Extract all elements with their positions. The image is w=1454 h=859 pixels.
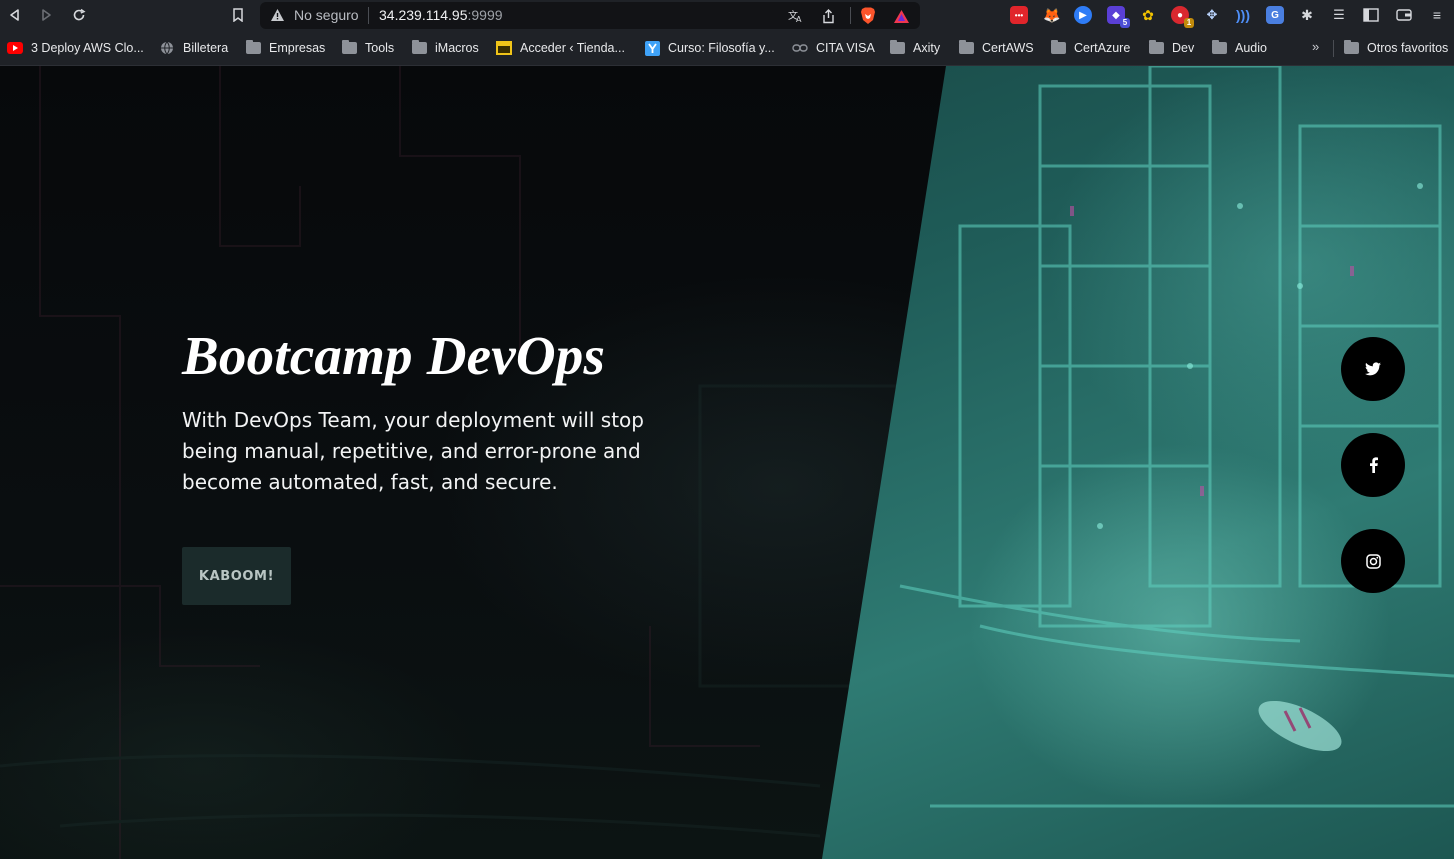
reload-icon [73, 8, 86, 21]
extension-dots-icon[interactable]: ✥ [1203, 6, 1221, 24]
brave-lion-icon [861, 7, 875, 24]
bookmark-item[interactable]: Dev [1148, 39, 1194, 57]
bookmark-item[interactable]: Curso: Filosofía y... [644, 39, 775, 57]
facebook-button[interactable] [1341, 433, 1405, 497]
store-icon [496, 41, 512, 55]
bookmark-item[interactable]: CertAWS [958, 39, 1034, 57]
youtube-icon [7, 41, 23, 55]
bookmark-item[interactable]: CITA VISA [792, 39, 875, 57]
bookmark-item[interactable]: iMacros [411, 39, 479, 57]
bookmark-label: Axity [913, 41, 941, 55]
extension-player-icon[interactable]: ▶ [1074, 6, 1092, 24]
bookmark-item[interactable]: Acceder ‹ Tienda... [496, 39, 625, 57]
back-icon [10, 9, 19, 21]
folder-icon [411, 40, 427, 55]
bookmark-item[interactable]: 3 Deploy AWS Clo... [7, 39, 144, 57]
sidebar-toggle-icon[interactable] [1362, 6, 1380, 24]
back-button[interactable] [4, 4, 26, 26]
share-icon [822, 8, 834, 23]
url-host: 34.239.114.95 [379, 7, 468, 23]
share-button[interactable] [818, 6, 838, 26]
bookmark-label: Tools [365, 41, 395, 55]
kaboom-button[interactable]: KABOOM! [182, 547, 291, 605]
reading-list-icon[interactable]: ☰ [1330, 6, 1348, 24]
hero-description: With DevOps Team, your deployment will s… [182, 408, 644, 494]
folder-icon [1148, 40, 1164, 55]
svg-text:A: A [796, 15, 802, 23]
url-port: :9999 [467, 7, 503, 23]
address-bar[interactable]: No seguro 34.239.114.95:9999 文A [260, 2, 920, 29]
facebook-icon [1369, 457, 1378, 473]
bookmark-label: Audio [1235, 41, 1267, 55]
warning-icon [271, 9, 284, 21]
landing-page: Bootcamp DevOps With DevOps Team, your d… [0, 66, 1454, 859]
menu-icon[interactable]: ≡ [1428, 6, 1446, 24]
bookmark-icon [233, 8, 243, 22]
forward-icon [42, 9, 51, 21]
bookmark-label: Acceder ‹ Tienda... [520, 41, 625, 55]
folder-icon [341, 40, 357, 55]
folder-icon [1343, 40, 1359, 55]
wallet-icon[interactable] [1395, 6, 1413, 24]
bookmarks-separator [1333, 40, 1334, 57]
translate-button[interactable]: 文A [786, 6, 806, 26]
folder-icon [958, 40, 974, 55]
bookmark-item[interactable]: Tools [341, 39, 394, 57]
extension-red-icon[interactable]: ● 1 [1171, 6, 1194, 28]
extension-red-badge: 1 [1184, 18, 1194, 28]
address-separator-2 [850, 7, 851, 24]
forward-button[interactable] [35, 4, 57, 26]
folder-icon [1050, 40, 1066, 55]
globe-icon [159, 41, 175, 55]
bookmark-item[interactable]: Axity [889, 39, 940, 57]
extension-blue-icon[interactable]: ◆ 5 [1107, 6, 1130, 28]
address-separator [368, 7, 369, 24]
extension-color-icon[interactable]: ✿ [1139, 6, 1157, 24]
bookmark-label: Otros favoritos [1367, 41, 1449, 55]
bookmark-item[interactable]: Empresas [245, 39, 325, 57]
url-text[interactable]: 34.239.114.95:9999 [379, 7, 503, 23]
browser-toolbar: No seguro 34.239.114.95:9999 文A ••• 🦊 ▶ … [0, 0, 1454, 31]
bookmark-label: 3 Deploy AWS Clo... [31, 41, 144, 55]
extension-blue-badge: 5 [1120, 18, 1130, 28]
twitter-button[interactable] [1341, 337, 1405, 401]
link-icon [792, 41, 808, 55]
bookmark-item[interactable]: Audio [1211, 39, 1267, 57]
bookmark-label: Curso: Filosofía y... [668, 41, 775, 55]
bookmark-label: CertAWS [982, 41, 1034, 55]
bookmark-label: Empresas [269, 41, 326, 55]
folder-icon [245, 40, 261, 55]
bookmarks-bar: 3 Deploy AWS Clo... Billetera Empresas T… [0, 31, 1454, 66]
extension-wave-icon[interactable]: ))) [1234, 6, 1252, 24]
bookmark-item[interactable]: CertAzure [1050, 39, 1130, 57]
brave-rewards-button[interactable] [891, 6, 911, 26]
twitter-icon [1365, 362, 1381, 376]
instagram-icon [1365, 553, 1381, 569]
extensions-puzzle-icon[interactable]: ✱ [1298, 6, 1316, 24]
folder-icon [1211, 40, 1227, 55]
brave-rewards-icon [893, 9, 909, 23]
extension-lastpass-icon[interactable]: ••• [1010, 6, 1028, 24]
security-label[interactable]: No seguro [294, 7, 359, 23]
reload-button[interactable] [68, 4, 90, 26]
brave-shields-button[interactable] [858, 6, 878, 26]
y-icon [644, 40, 660, 56]
extension-metamask-icon[interactable]: 🦊 [1043, 6, 1061, 24]
other-favorites-folder[interactable]: Otros favoritos [1343, 39, 1448, 57]
bookmark-label: Billetera [183, 41, 229, 55]
instagram-button[interactable] [1341, 529, 1405, 593]
translate-icon: 文A [788, 9, 802, 23]
extension-translate-icon[interactable]: G [1266, 6, 1284, 24]
bookmark-label: iMacros [435, 41, 479, 55]
bookmark-label: Dev [1172, 41, 1195, 55]
more-bookmarks-button[interactable]: » [1312, 39, 1319, 54]
bookmark-item[interactable]: Billetera [159, 39, 228, 57]
bookmark-page-button[interactable] [227, 4, 249, 26]
bookmark-label: CITA VISA [816, 41, 875, 55]
bookmark-label: CertAzure [1074, 41, 1131, 55]
folder-icon [889, 40, 905, 55]
hero-title: Bootcamp DevOps [182, 325, 606, 386]
